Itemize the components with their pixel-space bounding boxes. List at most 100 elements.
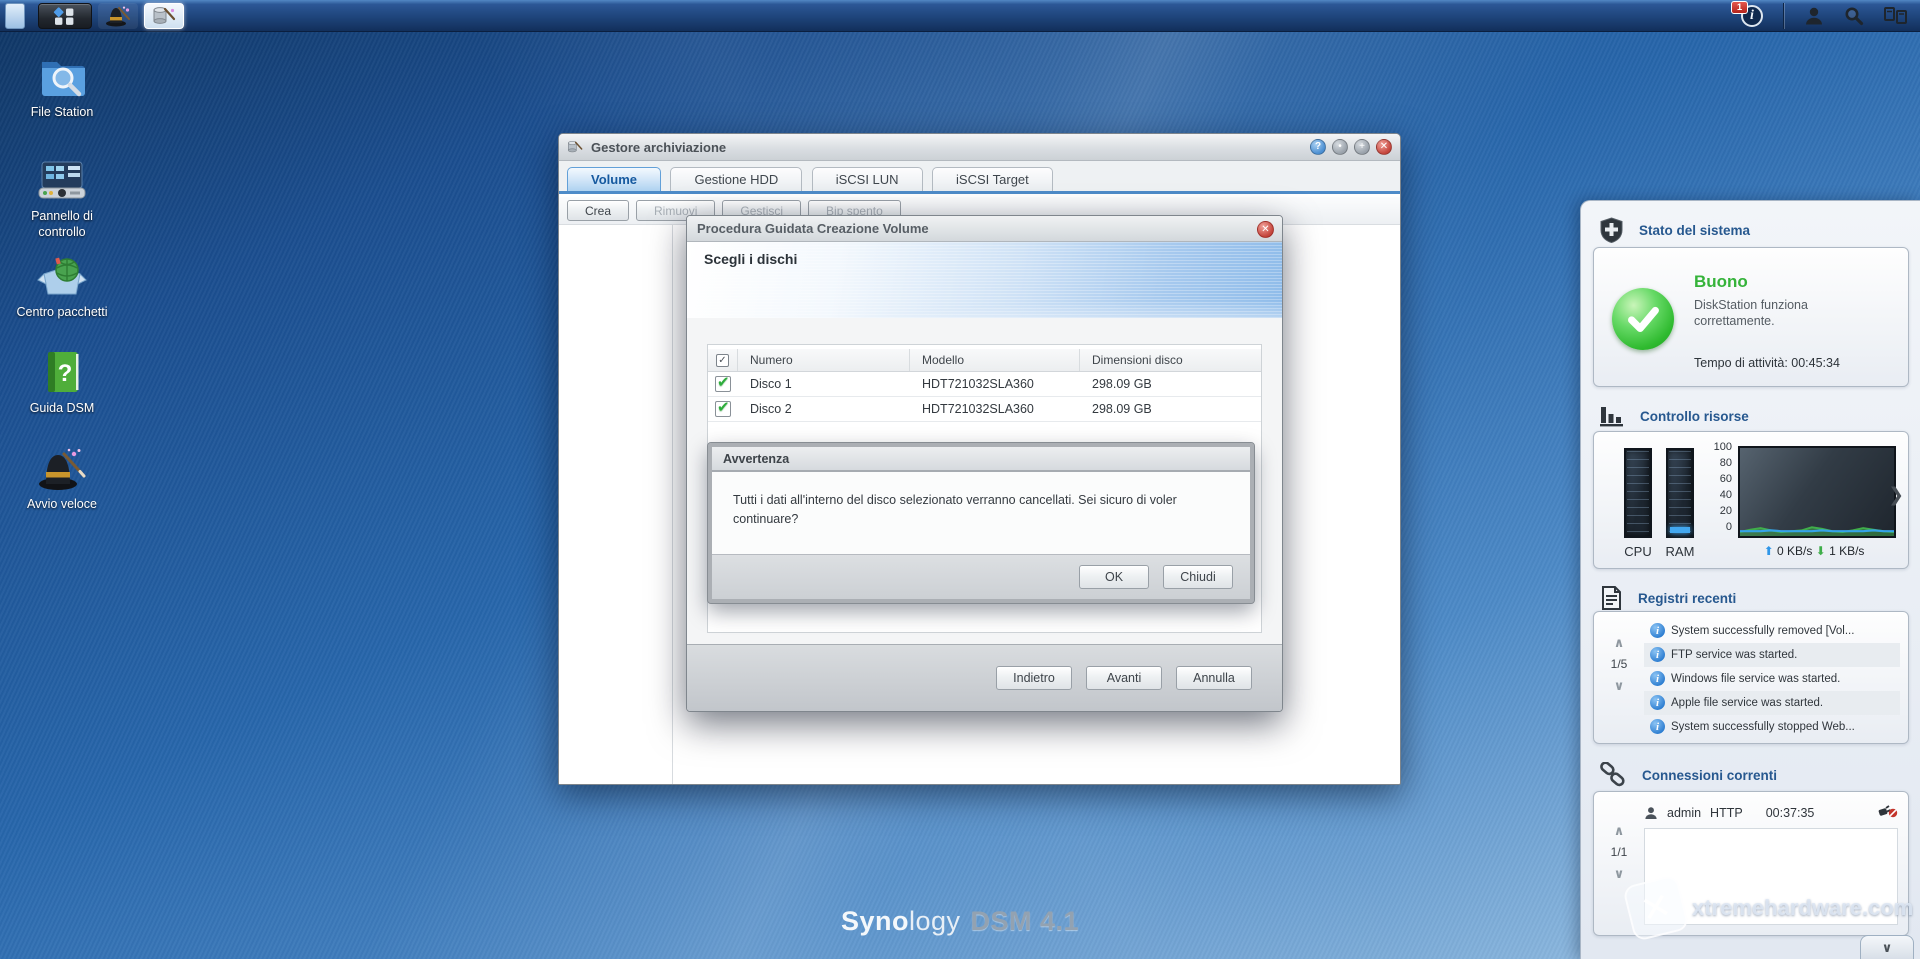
connection-protocol: HTTP — [1710, 806, 1743, 820]
taskbar: i 1 — [0, 0, 1920, 32]
tab-volume[interactable]: Volume — [567, 167, 661, 191]
column-header-dimensioni[interactable]: Dimensioni disco — [1080, 349, 1261, 371]
desktop-icon-label: Avvio veloce — [6, 497, 118, 513]
desktop-icon-file-station[interactable]: File Station — [6, 52, 118, 121]
network-rates: ⬆ 0 KB/s ⬇ 1 KB/s — [1714, 544, 1914, 558]
quick-start-taskbar-button[interactable] — [98, 3, 138, 29]
tab-iscsi-target[interactable]: iSCSI Target — [932, 167, 1053, 191]
ram-meter — [1666, 448, 1694, 538]
window-title: Gestore archiviazione — [591, 140, 726, 155]
disk-2-checkbox[interactable] — [715, 401, 731, 417]
notification-badge: 1 — [1731, 1, 1748, 14]
logs-page-up-button[interactable]: ∧ — [1600, 636, 1638, 649]
resource-monitor-header: Controllo risorse — [1599, 404, 1749, 428]
tab-iscsi-lun[interactable]: iSCSI LUN — [812, 167, 923, 191]
disk-row-2[interactable]: Disco 2 HDT721032SLA360 298.09 GB — [708, 397, 1261, 422]
log-list: iSystem successfully removed [Vol... iFT… — [1644, 619, 1900, 739]
storage-wizard-taskbar-button[interactable] — [144, 3, 184, 29]
disk-2-modello: HDT721032SLA360 — [910, 402, 1080, 416]
window-maximize-button[interactable]: + — [1354, 139, 1370, 155]
connections-header: Connessioni correnti — [1599, 762, 1777, 788]
disk-1-checkbox[interactable] — [715, 376, 731, 392]
network-chart — [1738, 446, 1896, 538]
logs-pager: ∧ 1/5 ∨ — [1600, 636, 1638, 692]
warning-close-button[interactable]: Chiudi — [1163, 565, 1233, 589]
ok-button[interactable]: OK — [1079, 565, 1149, 589]
cpu-meter — [1624, 448, 1652, 538]
column-header-numero[interactable]: Numero — [738, 349, 910, 371]
window-minimize-button[interactable]: • — [1332, 139, 1348, 155]
connections-card: ∧ 1/1 ∨ admin HTTP 00:37:35 — [1593, 791, 1909, 936]
logs-page-indicator: 1/5 — [1600, 657, 1638, 671]
show-desktop-button[interactable] — [5, 3, 25, 29]
storage-manager-icon — [567, 139, 583, 155]
dsm-branding: SynologyDSM 4.1 — [760, 906, 1160, 937]
ytick-60: 60 — [1704, 473, 1732, 485]
info-icon: i — [1650, 671, 1665, 686]
create-button[interactable]: Crea — [567, 200, 629, 221]
disconnect-button[interactable] — [1878, 804, 1898, 822]
disk-table: ✓ Numero Modello Dimensioni disco Disco … — [708, 349, 1261, 422]
uptime-label: Tempo di attività: 00:45:34 — [1694, 356, 1840, 370]
taskbar-right-group: i 1 — [1741, 0, 1908, 32]
log-entry: iFTP service was started. — [1644, 643, 1900, 667]
select-all-checkbox[interactable]: ✓ — [716, 354, 729, 367]
widgets-button[interactable] — [1884, 7, 1908, 25]
connection-time: 00:37:35 — [1766, 806, 1815, 820]
info-icon: i — [1650, 647, 1665, 662]
log-document-icon — [1599, 585, 1623, 611]
control-panel-icon — [36, 158, 88, 204]
disk-wizard-icon — [152, 6, 176, 26]
connections-page-up-button[interactable]: ∧ — [1600, 824, 1638, 837]
connections-page-down-button[interactable]: ∨ — [1600, 867, 1638, 880]
column-header-modello[interactable]: Modello — [910, 349, 1080, 371]
wizard-titlebar[interactable]: Procedura Guidata Creazione Volume ✕ — [687, 216, 1282, 242]
window-help-button[interactable]: ? — [1310, 139, 1326, 155]
brand-bold: Syno — [841, 906, 909, 936]
tab-gestione-hdd[interactable]: Gestione HDD — [670, 167, 802, 191]
magic-hat-icon — [105, 5, 131, 27]
desktop-icon-quick-start[interactable]: Avvio veloce — [6, 444, 118, 513]
wizard-title: Procedura Guidata Creazione Volume — [697, 221, 929, 236]
tab-strip: Volume Gestione HDD iSCSI LUN iSCSI Targ… — [559, 161, 1400, 194]
system-status-title: Stato del sistema — [1639, 223, 1750, 238]
status-ok-icon — [1612, 288, 1674, 350]
desktop-icon-control-panel[interactable]: Pannello di controllo — [6, 156, 118, 240]
disk-row-1[interactable]: Disco 1 HDT721032SLA360 298.09 GB — [708, 372, 1261, 397]
disk-1-dimensioni: 298.09 GB — [1080, 377, 1261, 391]
notification-button[interactable]: i 1 — [1741, 5, 1763, 27]
system-status-card: Buono DiskStation funziona correttamente… — [1593, 247, 1909, 387]
download-arrow-icon: ⬇ — [1816, 544, 1826, 558]
window-close-button[interactable]: ✕ — [1376, 139, 1392, 155]
warning-titlebar[interactable]: Avvertenza — [712, 447, 1250, 472]
network-chart-svg — [1740, 448, 1894, 536]
ram-label: RAM — [1658, 544, 1702, 559]
brand-light: logy — [909, 906, 961, 936]
window-titlebar[interactable]: Gestore archiviazione ? • + ✕ — [559, 134, 1400, 161]
log-entry: iApple file service was started. — [1644, 691, 1900, 715]
log-entry: iWindows file service was started. — [1644, 667, 1900, 691]
link-icon — [1599, 762, 1627, 788]
open-resource-monitor-button[interactable]: ❯ — [1888, 484, 1904, 507]
desktop-icon-dsm-help[interactable]: ? Guida DSM — [6, 348, 118, 417]
back-button[interactable]: Indietro — [996, 666, 1072, 690]
recent-logs-title: Registri recenti — [1638, 591, 1736, 606]
desktop-icon-package-center[interactable]: Centro pacchetti — [6, 252, 118, 321]
logs-page-down-button[interactable]: ∨ — [1600, 679, 1638, 692]
bar-chart-icon — [1599, 404, 1625, 428]
desktop-icon-label: Centro pacchetti — [6, 305, 118, 321]
search-button[interactable] — [1844, 6, 1864, 26]
user-icon — [1644, 806, 1658, 820]
upload-arrow-icon: ⬆ — [1764, 544, 1774, 558]
next-button[interactable]: Avanti — [1086, 666, 1162, 690]
desktop-icon-label: Guida DSM — [6, 401, 118, 417]
wizard-close-button[interactable]: ✕ — [1257, 221, 1274, 238]
cancel-button[interactable]: Annulla — [1176, 666, 1252, 690]
collapse-panel-button[interactable]: ∨ — [1860, 935, 1914, 959]
ytick-100: 100 — [1704, 441, 1732, 453]
dsm-help-icon: ? — [40, 350, 84, 396]
ytick-80: 80 — [1704, 457, 1732, 469]
user-button[interactable] — [1804, 6, 1824, 26]
warning-footer: OK Chiudi — [712, 554, 1250, 599]
main-menu-button[interactable] — [38, 3, 92, 29]
